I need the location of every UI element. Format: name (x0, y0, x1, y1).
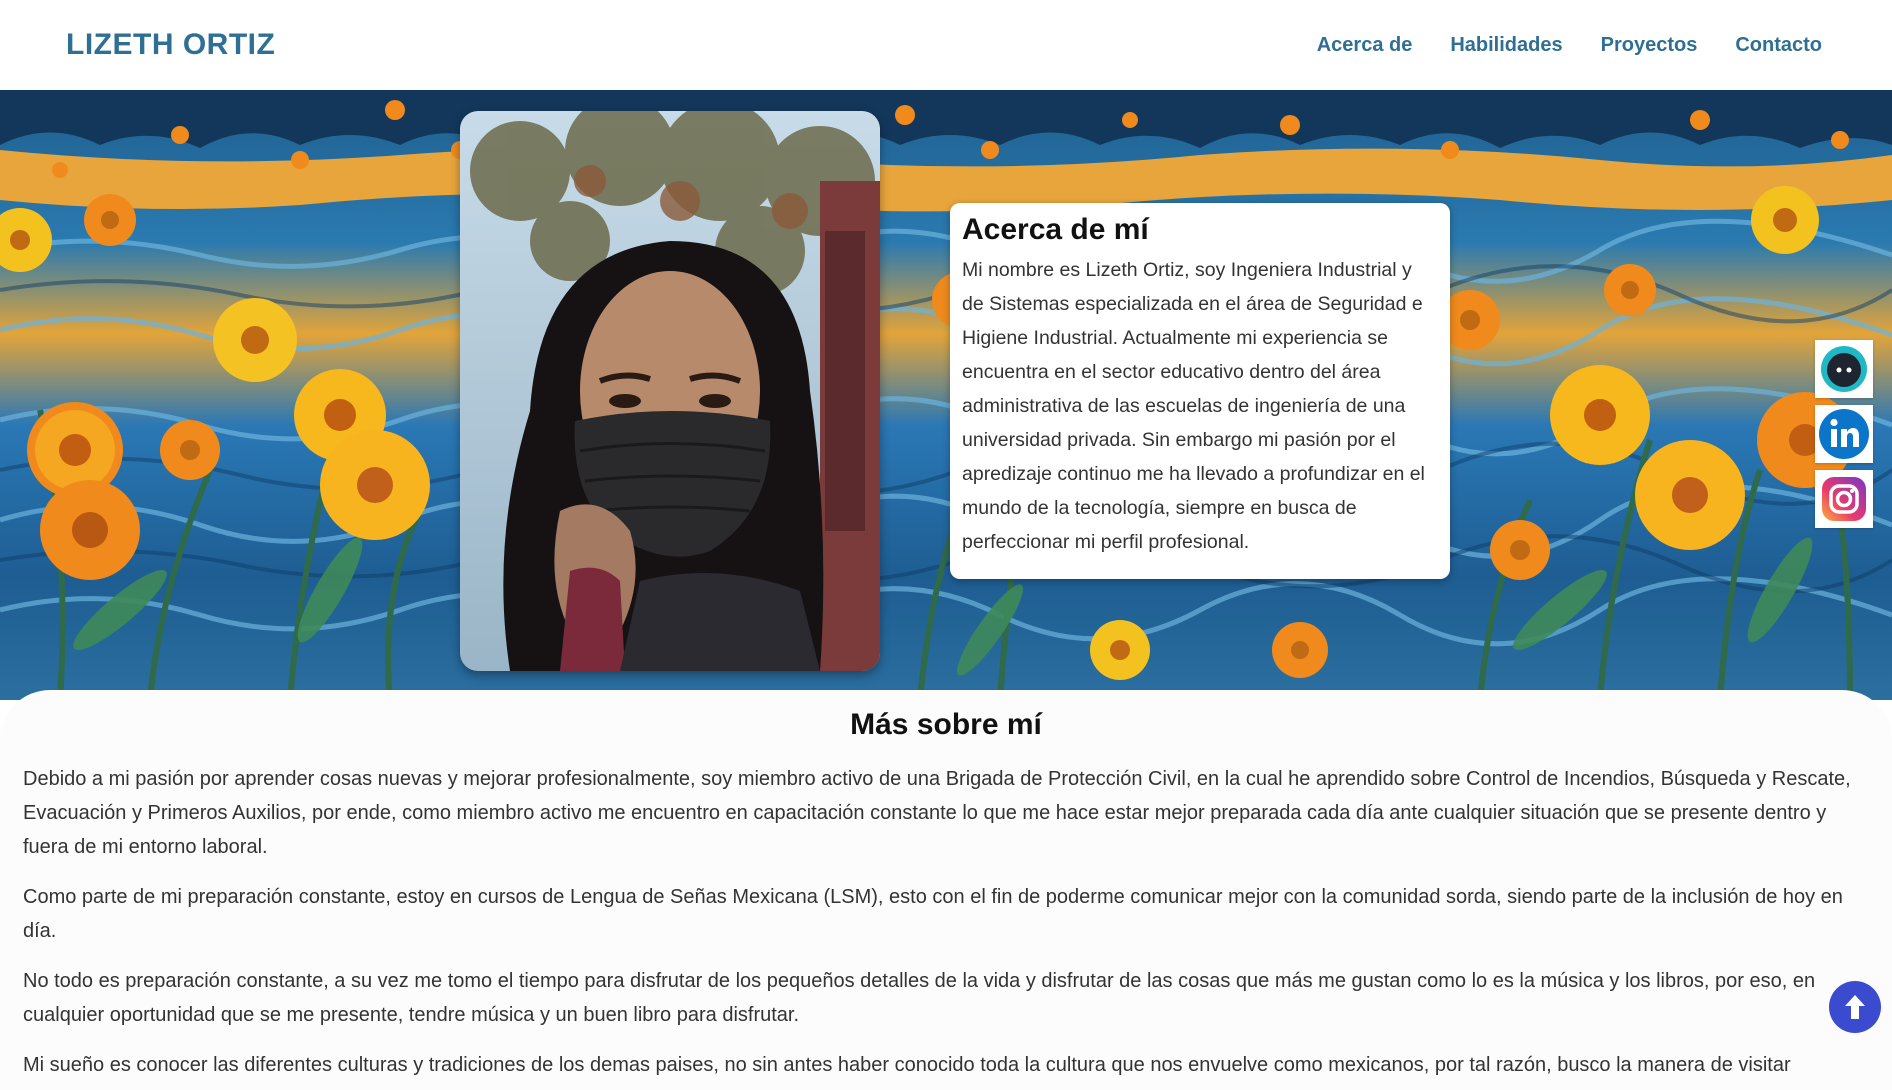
instagram-link[interactable] (1815, 470, 1873, 528)
github-link[interactable] (1815, 340, 1873, 398)
more-about-section: Más sobre mí Debido a mi pasión por apre… (0, 690, 1892, 1090)
more-title: Más sobre mí (850, 708, 1042, 741)
social-links (1815, 340, 1873, 535)
hero-background (0, 90, 1892, 700)
nav-acerca[interactable]: Acerca de (1317, 34, 1413, 57)
site-header: LIZETH ORTIZ Acerca de Habilidades Proye… (0, 0, 1892, 90)
brand-logo[interactable]: LIZETH ORTIZ (66, 28, 275, 62)
paragraph: Como parte de mi preparación constante, … (23, 886, 1843, 942)
main-nav: Acerca de Habilidades Proyectos Contacto (1279, 34, 1822, 57)
nav-contacto[interactable]: Contacto (1735, 34, 1822, 57)
portrait-image (460, 111, 880, 671)
paragraph: Debido a mi pasión por aprender cosas nu… (23, 768, 1851, 858)
scroll-to-top-button[interactable] (1829, 981, 1881, 1033)
linkedin-link[interactable] (1815, 405, 1873, 463)
arrow-up-icon (1845, 995, 1865, 1019)
paragraph: No todo es preparación constante, a su v… (23, 970, 1816, 1026)
about-title: Acerca de mí (962, 213, 1149, 246)
about-card: Acerca de mí Mi nombre es Lizeth Ortiz, … (950, 203, 1450, 579)
linkedin-icon (1819, 409, 1869, 459)
paragraph: Mi sueño es conocer las diferentes cultu… (23, 1054, 1791, 1076)
about-text: Mi nombre es Lizeth Ortiz, soy Ingeniera… (962, 259, 1425, 553)
github-icon (1821, 346, 1867, 392)
nav-habilidades[interactable]: Habilidades (1450, 34, 1562, 57)
profile-photo (460, 111, 880, 671)
nav-proyectos[interactable]: Proyectos (1601, 34, 1698, 57)
instagram-icon (1822, 477, 1866, 521)
sunflower-painting (0, 90, 1892, 700)
